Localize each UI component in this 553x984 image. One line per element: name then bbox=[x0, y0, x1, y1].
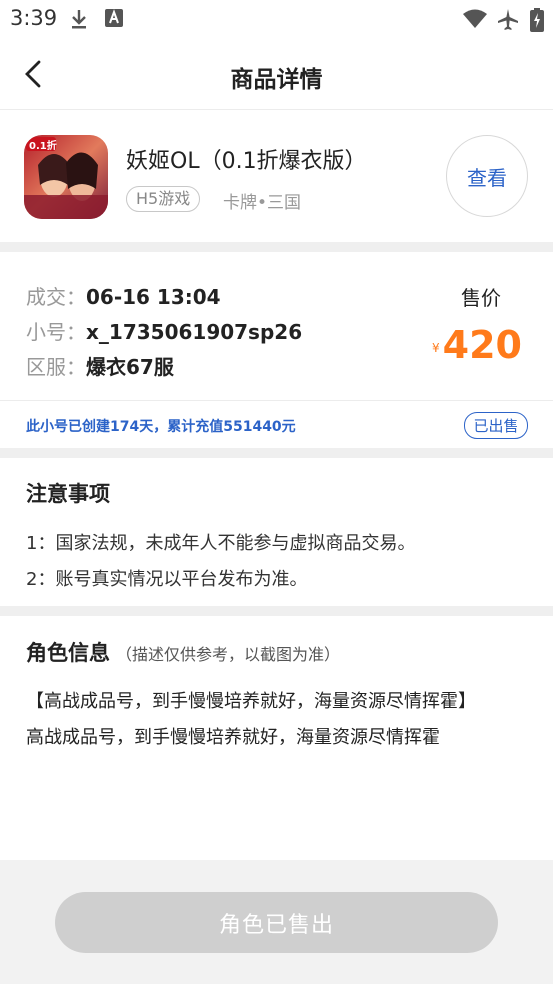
deal-label: 小号： bbox=[26, 320, 86, 344]
deal-value: x_1735061907sp26 bbox=[86, 320, 303, 344]
airplane-icon bbox=[496, 8, 520, 36]
account-info-text: 此小号已创建174天，累计充值551440元 bbox=[26, 419, 296, 435]
currency-symbol: ¥ bbox=[432, 341, 440, 355]
download-icon bbox=[68, 8, 90, 34]
notice-line: 2：账号真实情况以平台发布为准。 bbox=[26, 569, 308, 590]
status-bar: 3:39 bbox=[0, 0, 553, 40]
footer: 角色已售出 bbox=[0, 860, 553, 984]
nav-bar: 商品详情 bbox=[0, 40, 553, 110]
section-divider bbox=[0, 606, 553, 616]
deal-row-server: 区服：爆衣67服 bbox=[26, 351, 174, 380]
notice-line: 1：国家法规，未成年人不能参与虚拟商品交易。 bbox=[26, 533, 416, 554]
account-info-strip: 此小号已创建174天，累计充值551440元 已出售 bbox=[0, 402, 553, 448]
game-card: 0.1折 妖姬OL（0.1折爆衣版） H5游戏 卡牌•三国 查看 bbox=[0, 111, 553, 241]
price-label: 售价 bbox=[461, 286, 501, 310]
role-title: 角色信息 bbox=[26, 641, 110, 665]
deal-value: 爆衣67服 bbox=[86, 355, 174, 379]
deal-row-account: 小号：x_1735061907sp26 bbox=[26, 316, 302, 345]
deal-label: 区服： bbox=[26, 355, 86, 379]
status-time: 3:39 bbox=[10, 6, 58, 30]
role-subtitle: （描述仅供参考，以截图为准） bbox=[116, 645, 341, 664]
view-button[interactable]: 查看 bbox=[446, 135, 528, 217]
battery-charging-icon bbox=[530, 8, 544, 36]
role-description-line: 高战成品号，到手慢慢培养就好，海量资源尽情挥霍 bbox=[26, 727, 440, 748]
role-section-title: 角色信息 （描述仅供参考，以截图为准） bbox=[26, 637, 340, 667]
deal-value: 06-16 13:04 bbox=[86, 285, 221, 309]
section-divider bbox=[0, 242, 553, 252]
price: ¥420 bbox=[432, 323, 522, 367]
price-value: 420 bbox=[442, 323, 522, 367]
deal-row-time: 成交：06-16 13:04 bbox=[26, 281, 221, 310]
deal-label: 成交： bbox=[26, 285, 86, 309]
status-badge: 已出售 bbox=[464, 412, 528, 439]
section-divider bbox=[0, 448, 553, 458]
page-title: 商品详情 bbox=[230, 67, 323, 93]
game-category: 卡牌•三国 bbox=[223, 193, 302, 213]
game-icon[interactable]: 0.1折 bbox=[24, 135, 108, 219]
game-name: 妖姬OL（0.1折爆衣版） bbox=[126, 149, 367, 174]
deal-info: 成交：06-16 13:04 小号：x_1735061907sp26 区服：爆衣… bbox=[0, 253, 553, 401]
wifi-icon bbox=[462, 8, 488, 34]
sold-out-button[interactable]: 角色已售出 bbox=[55, 892, 498, 953]
role-description-line: 【高战成品号，到手慢慢培养就好，海量资源尽情挥霍】 bbox=[26, 691, 476, 712]
game-tag: H5游戏 bbox=[126, 186, 201, 212]
text-a-icon bbox=[104, 8, 124, 32]
notice-title: 注意事项 bbox=[26, 482, 110, 506]
game-icon-badge: 0.1折 bbox=[29, 141, 57, 152]
